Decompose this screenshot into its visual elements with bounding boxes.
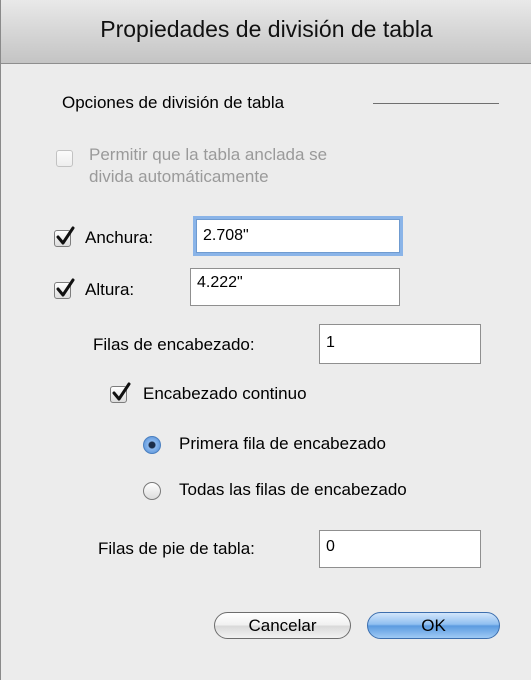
footer-rows-label: Filas de pie de tabla: [98, 539, 255, 558]
title-bar: Propiedades de división de tabla [1, 0, 531, 64]
continuous-header-label: Encabezado continuo [143, 384, 307, 403]
width-input[interactable]: 2.708" [196, 219, 400, 253]
radio-first-header-row[interactable] [143, 436, 161, 454]
table-break-properties-dialog: Propiedades de división de tabla Opcione… [0, 0, 531, 680]
auto-split-label: Permitir que la tabla anclada se divida … [89, 144, 327, 188]
cancel-button[interactable]: Cancelar [214, 612, 351, 639]
radio-first-header-row-label: Primera fila de encabezado [179, 434, 386, 453]
width-checkbox[interactable] [54, 226, 75, 247]
auto-split-label-line1: Permitir que la tabla anclada se [89, 145, 328, 164]
width-label: Anchura: [85, 228, 154, 247]
footer-rows-input[interactable]: 0 [319, 530, 481, 568]
checkmark-icon [56, 226, 75, 245]
checkmark-icon [112, 382, 131, 401]
continuous-header-checkbox[interactable] [110, 382, 131, 403]
auto-split-label-line2: divida automáticamente [89, 167, 269, 186]
group-title: Opciones de división de tabla [62, 93, 285, 112]
ok-button[interactable]: OK [367, 612, 500, 639]
radio-all-header-rows[interactable] [143, 482, 161, 500]
height-label: Altura: [85, 280, 135, 299]
radio-all-header-rows-label: Todas las filas de encabezado [179, 480, 407, 499]
dialog-title: Propiedades de división de tabla [100, 16, 433, 42]
height-checkbox[interactable] [54, 278, 75, 299]
checkmark-icon [56, 278, 75, 297]
auto-split-checkbox[interactable] [56, 150, 73, 167]
header-rows-input[interactable]: 1 [319, 324, 481, 364]
header-rows-label: Filas de encabezado: [93, 335, 255, 354]
group-divider [373, 103, 499, 104]
height-input[interactable]: 4.222" [190, 268, 400, 306]
